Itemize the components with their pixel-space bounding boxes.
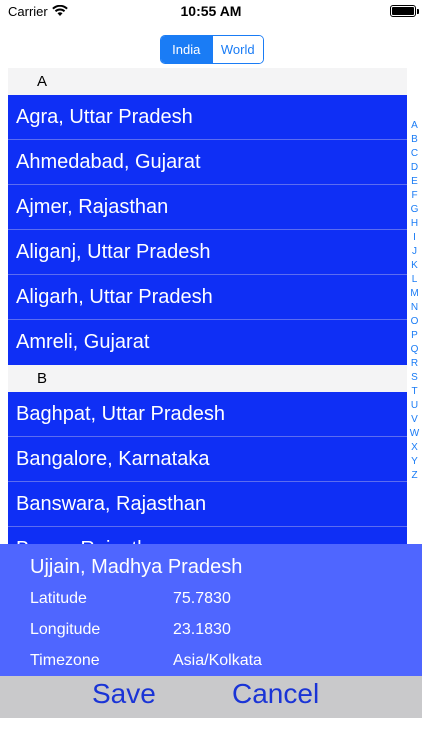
index-letter[interactable]: P — [407, 329, 422, 343]
bottom-toolbar: Save Cancel — [0, 676, 422, 718]
longitude-label: Longitude — [30, 621, 101, 638]
index-letter[interactable]: W — [407, 427, 422, 441]
list-item[interactable]: Banswara, Rajasthan — [8, 482, 407, 527]
save-button[interactable]: Save — [92, 678, 156, 710]
index-letter[interactable]: A — [407, 119, 422, 133]
segment-india[interactable]: India — [161, 36, 212, 63]
index-letter[interactable]: J — [407, 245, 422, 259]
timezone-label: Timezone — [30, 652, 100, 669]
index-letter[interactable]: Z — [407, 469, 422, 483]
list-item[interactable]: Ahmedabad, Gujarat — [8, 140, 407, 185]
index-letter[interactable]: M — [407, 287, 422, 301]
longitude-value: 23.1830 — [173, 621, 231, 638]
section-header-b: B — [8, 365, 407, 392]
index-letter[interactable]: L — [407, 273, 422, 287]
list-item[interactable]: Baran, Rajasthan — [8, 527, 407, 544]
list-item[interactable]: Bangalore, Karnataka — [8, 437, 407, 482]
list-item[interactable]: Baghpat, Uttar Pradesh — [8, 392, 407, 437]
detail-title: Ujjain, Madhya Pradesh — [30, 556, 243, 578]
index-letter[interactable]: N — [407, 301, 422, 315]
index-letter[interactable]: F — [407, 189, 422, 203]
status-bar: Carrier 10:55 AM — [0, 0, 422, 24]
index-letter[interactable]: K — [407, 259, 422, 273]
index-letter[interactable]: X — [407, 441, 422, 455]
latitude-label: Latitude — [30, 590, 87, 607]
timezone-value: Asia/Kolkata — [173, 652, 262, 669]
index-letter[interactable]: S — [407, 371, 422, 385]
index-letter[interactable]: O — [407, 315, 422, 329]
index-letter[interactable]: H — [407, 217, 422, 231]
list-item[interactable]: Aligarh, Uttar Pradesh — [8, 275, 407, 320]
index-letter[interactable]: I — [407, 231, 422, 245]
index-letter[interactable]: U — [407, 399, 422, 413]
region-segmented-control[interactable]: India World — [160, 35, 264, 64]
index-letter[interactable]: T — [407, 385, 422, 399]
list-item[interactable]: Agra, Uttar Pradesh — [8, 95, 407, 140]
cancel-button[interactable]: Cancel — [232, 678, 319, 710]
index-letter[interactable]: Q — [407, 343, 422, 357]
index-letter[interactable]: E — [407, 175, 422, 189]
index-letter[interactable]: G — [407, 203, 422, 217]
section-b-rows: Baghpat, Uttar Pradesh Bangalore, Karnat… — [0, 392, 407, 544]
list-item[interactable]: Aliganj, Uttar Pradesh — [8, 230, 407, 275]
index-letter[interactable]: V — [407, 413, 422, 427]
latitude-value: 75.7830 — [173, 590, 231, 607]
section-a-rows: Agra, Uttar Pradesh Ahmedabad, Gujarat A… — [0, 95, 407, 365]
section-index[interactable]: A B C D E F G H I J K L M N O P Q R S T … — [407, 119, 422, 483]
index-letter[interactable]: R — [407, 357, 422, 371]
index-letter[interactable]: C — [407, 147, 422, 161]
battery-icon — [390, 5, 419, 17]
segment-world[interactable]: World — [211, 36, 263, 63]
index-letter[interactable]: D — [407, 161, 422, 175]
section-header-a: A — [8, 68, 407, 95]
status-time: 10:55 AM — [180, 3, 242, 19]
city-list[interactable]: A Agra, Uttar Pradesh Ahmedabad, Gujarat… — [0, 68, 407, 544]
index-letter[interactable]: Y — [407, 455, 422, 469]
city-detail-panel: Ujjain, Madhya Pradesh Latitude 75.7830 … — [0, 544, 422, 676]
list-item[interactable]: Ajmer, Rajasthan — [8, 185, 407, 230]
list-item[interactable]: Amreli, Gujarat — [8, 320, 407, 365]
index-letter[interactable]: B — [407, 133, 422, 147]
